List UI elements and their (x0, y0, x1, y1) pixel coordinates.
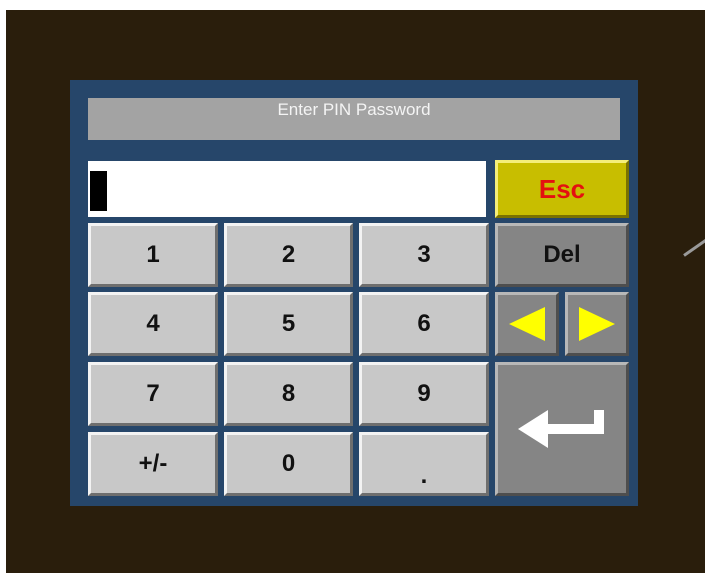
delete-button[interactable]: Del (495, 223, 629, 287)
key-1[interactable]: 1 (88, 223, 218, 287)
hmi-screen: Enter PIN Password 1 2 3 4 5 6 7 8 9 +/-… (6, 10, 705, 573)
key-label: 4 (146, 310, 160, 337)
key-5[interactable]: 5 (224, 292, 353, 356)
arrow-right-icon (579, 307, 615, 341)
key-label: 5 (281, 310, 296, 337)
cursor-right-button[interactable] (565, 292, 629, 356)
pin-input-field[interactable] (88, 161, 486, 217)
key-label: 0 (281, 450, 296, 477)
key-label: 8 (281, 380, 296, 407)
key-label: . (420, 462, 428, 489)
text-cursor (90, 171, 107, 211)
key-decimal-point[interactable]: . (359, 432, 489, 496)
cable-decoration (683, 231, 705, 257)
enter-button[interactable] (495, 362, 629, 496)
key-label: 3 (417, 241, 431, 268)
key-0[interactable]: 0 (224, 432, 353, 496)
enter-return-icon (518, 410, 604, 448)
key-plus-minus[interactable]: +/- (88, 432, 218, 496)
key-8[interactable]: 8 (224, 362, 353, 426)
key-label: +/- (138, 450, 168, 477)
key-6[interactable]: 6 (359, 292, 489, 356)
key-label: 6 (417, 310, 431, 337)
key-3[interactable]: 3 (359, 223, 489, 287)
key-7[interactable]: 7 (88, 362, 218, 426)
key-label: 1 (146, 241, 160, 268)
cursor-left-button[interactable] (495, 292, 559, 356)
key-4[interactable]: 4 (88, 292, 218, 356)
arrow-left-icon (509, 307, 545, 341)
key-label: 7 (146, 380, 160, 407)
key-label: 2 (281, 241, 296, 268)
key-2[interactable]: 2 (224, 223, 353, 287)
key-9[interactable]: 9 (359, 362, 489, 426)
delete-label: Del (543, 241, 581, 268)
key-label: 9 (417, 380, 431, 407)
esc-button[interactable]: Esc (495, 160, 629, 218)
pin-keypad-dialog: Enter PIN Password 1 2 3 4 5 6 7 8 9 +/-… (70, 80, 638, 506)
dialog-title: Enter PIN Password (88, 98, 620, 140)
esc-label: Esc (538, 173, 586, 204)
